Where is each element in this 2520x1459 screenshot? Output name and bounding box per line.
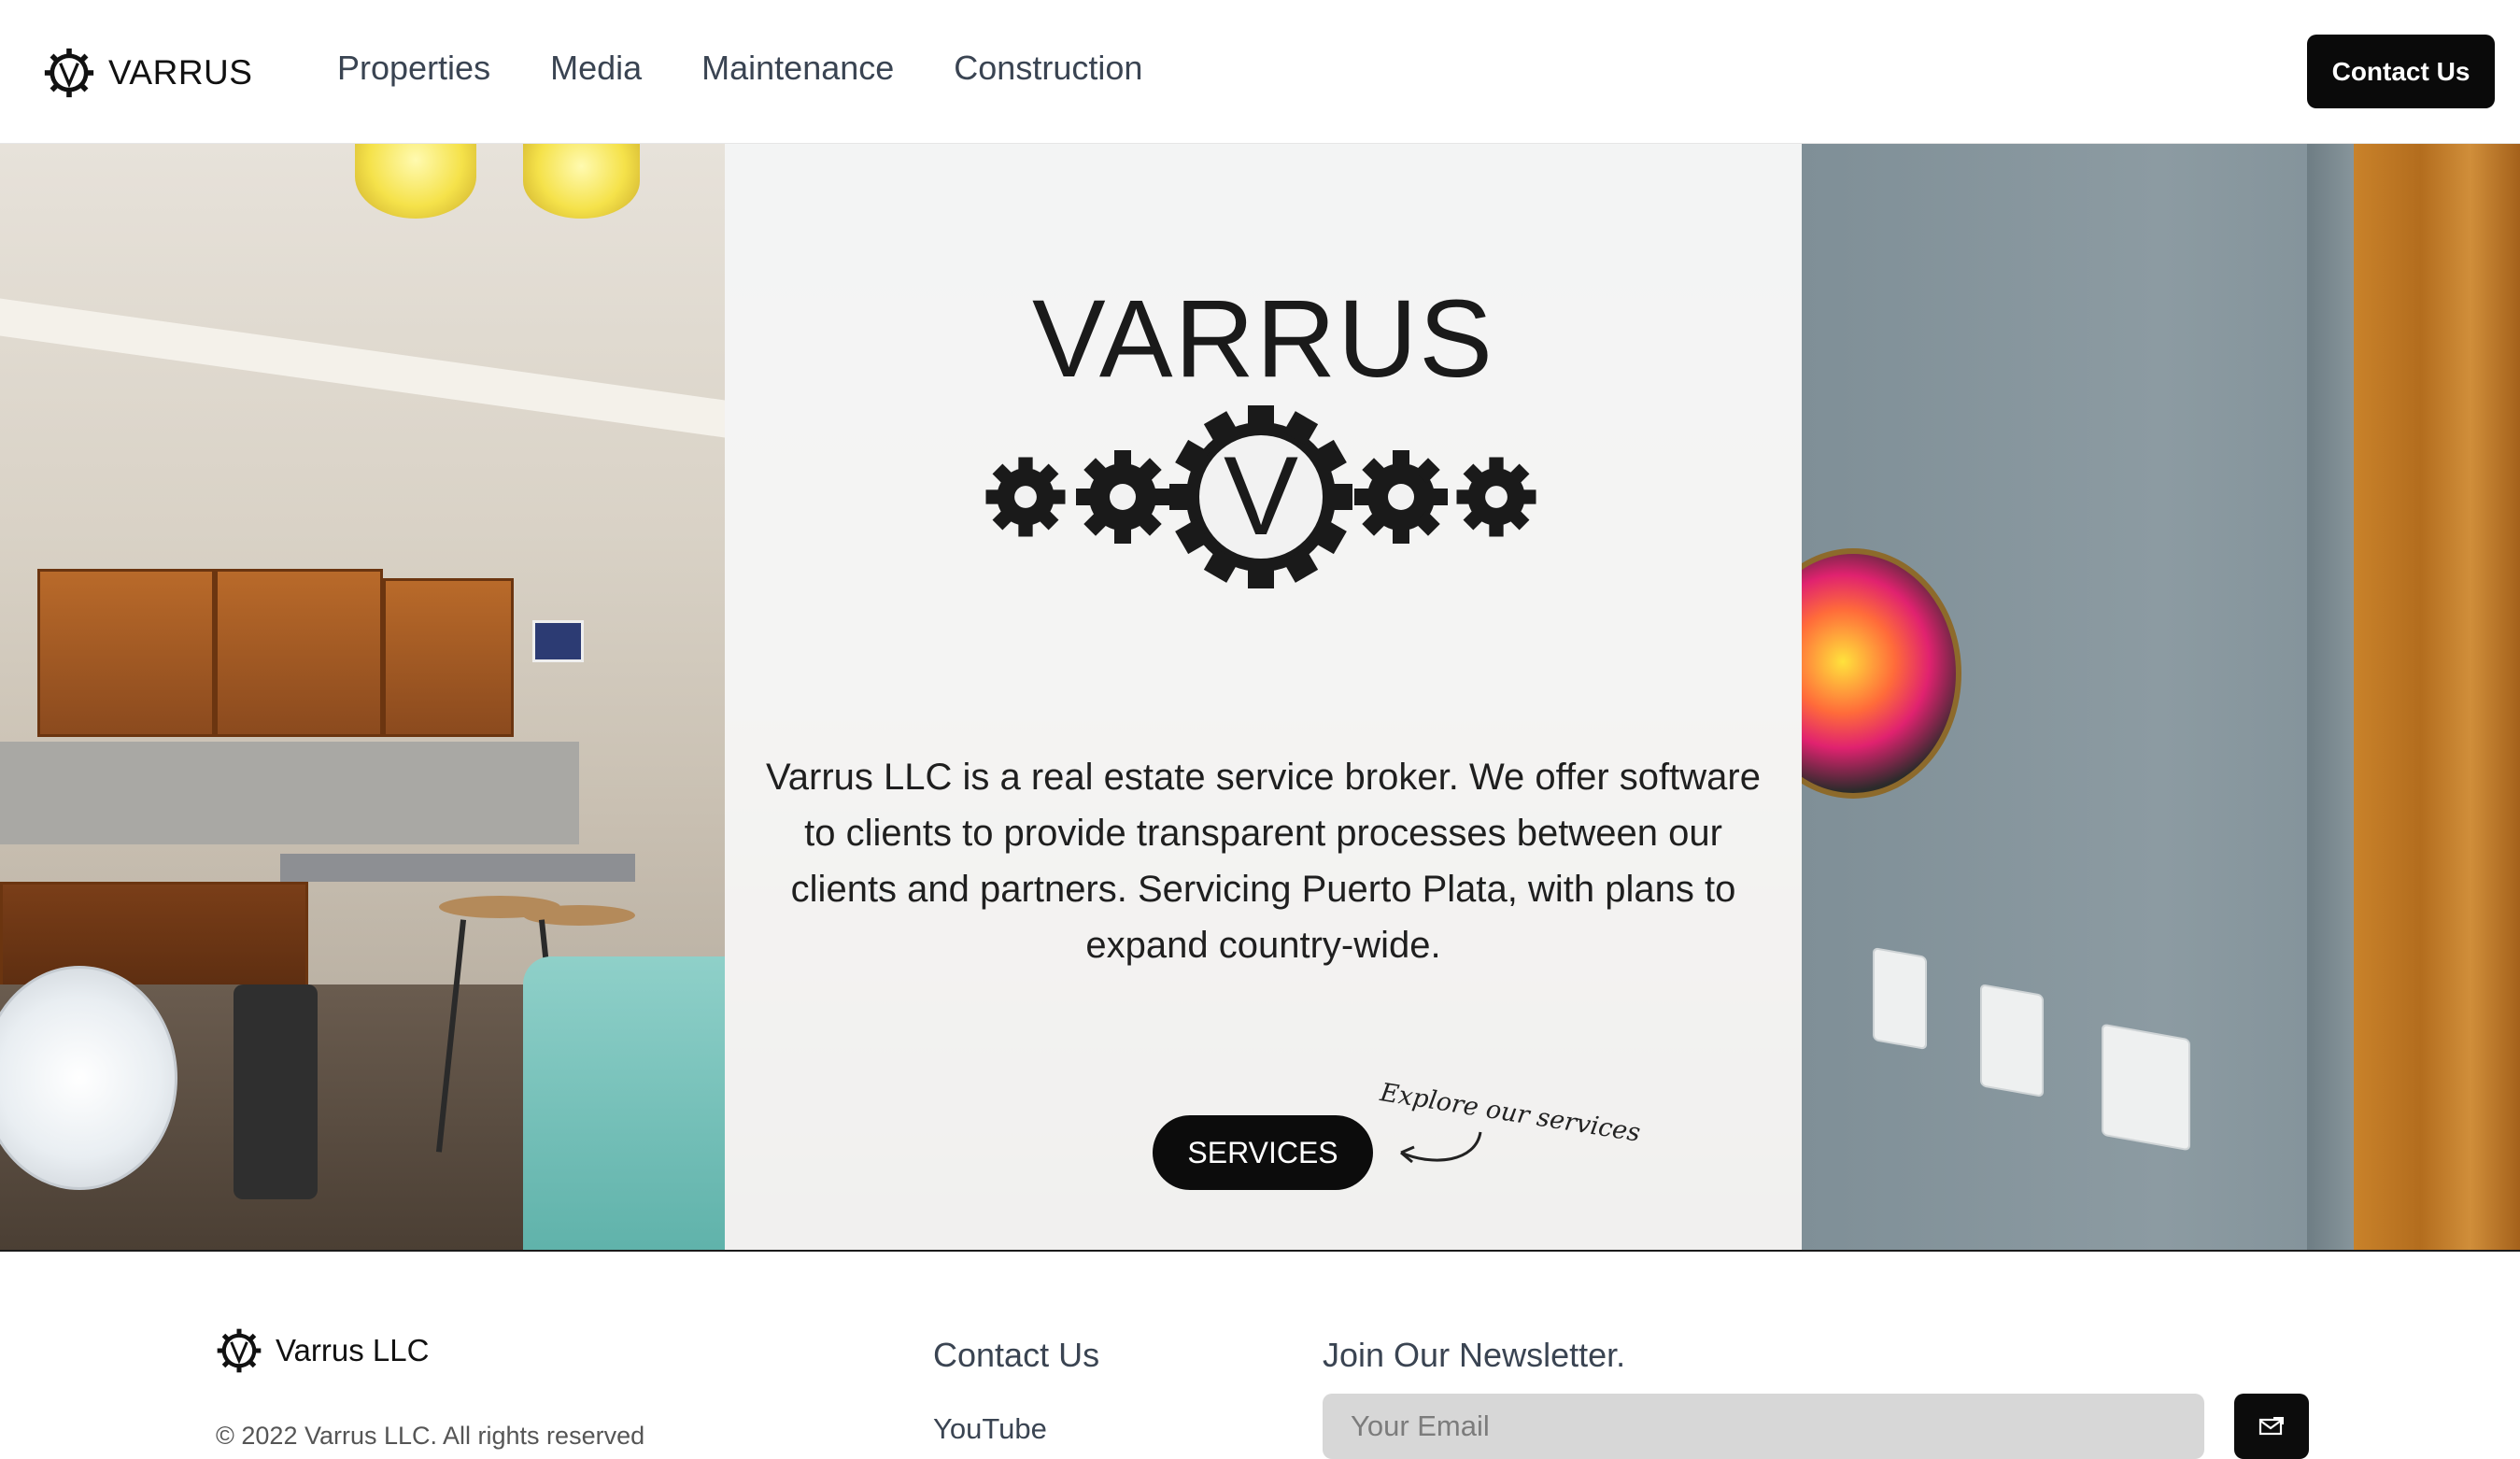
- footer-brand[interactable]: Varrus LLC: [216, 1327, 429, 1374]
- footer-link-youtube[interactable]: YouTube: [933, 1412, 1047, 1446]
- site-header: VARRUS Properties Media Maintenance Cons…: [0, 0, 2520, 144]
- door-image: [2354, 144, 2520, 1250]
- curved-arrow-icon: [1400, 1131, 1482, 1164]
- footer-brand-name: Varrus LLC: [276, 1333, 430, 1367]
- hero-section: VARRUS V Varrus LLC is a real estate ser…: [0, 144, 2520, 1250]
- newsletter-submit-button[interactable]: [2234, 1394, 2309, 1459]
- newsletter-title: Join Our Newsletter.: [1323, 1336, 1626, 1374]
- nav-construction[interactable]: Construction: [954, 49, 1142, 88]
- brand-name: VARRUS: [108, 53, 253, 92]
- footer-contact-title: Contact Us: [933, 1336, 1100, 1374]
- hero-description: Varrus LLC is a real estate service brok…: [766, 757, 1761, 966]
- gears-v-icon: V: [985, 405, 1536, 588]
- contact-us-button[interactable]: Contact Us: [2307, 35, 2495, 108]
- main-nav: Properties Media Maintenance Constructio…: [337, 49, 1142, 88]
- copyright-text: © 2022 Varrus LLC. All rights reserved: [216, 1422, 645, 1450]
- services-button[interactable]: SERVICES: [1153, 1115, 1373, 1190]
- brand[interactable]: VARRUS: [43, 47, 252, 99]
- hero-title: VARRUS: [1031, 277, 1494, 401]
- nav-media[interactable]: Media: [550, 49, 642, 88]
- newsletter-email-input[interactable]: [1323, 1394, 2204, 1459]
- hero-logo-letter: V: [1224, 433, 1298, 559]
- mail-icon: [2258, 1417, 2284, 1436]
- nav-properties[interactable]: Properties: [337, 49, 490, 88]
- site-footer: Varrus LLC © 2022 Varrus LLC. All rights…: [0, 1250, 2520, 1459]
- hero-background-kitchen: [0, 144, 803, 1250]
- nav-maintenance[interactable]: Maintenance: [701, 49, 894, 88]
- gear-v-icon: [217, 1328, 262, 1373]
- gear-v-icon: [44, 48, 94, 98]
